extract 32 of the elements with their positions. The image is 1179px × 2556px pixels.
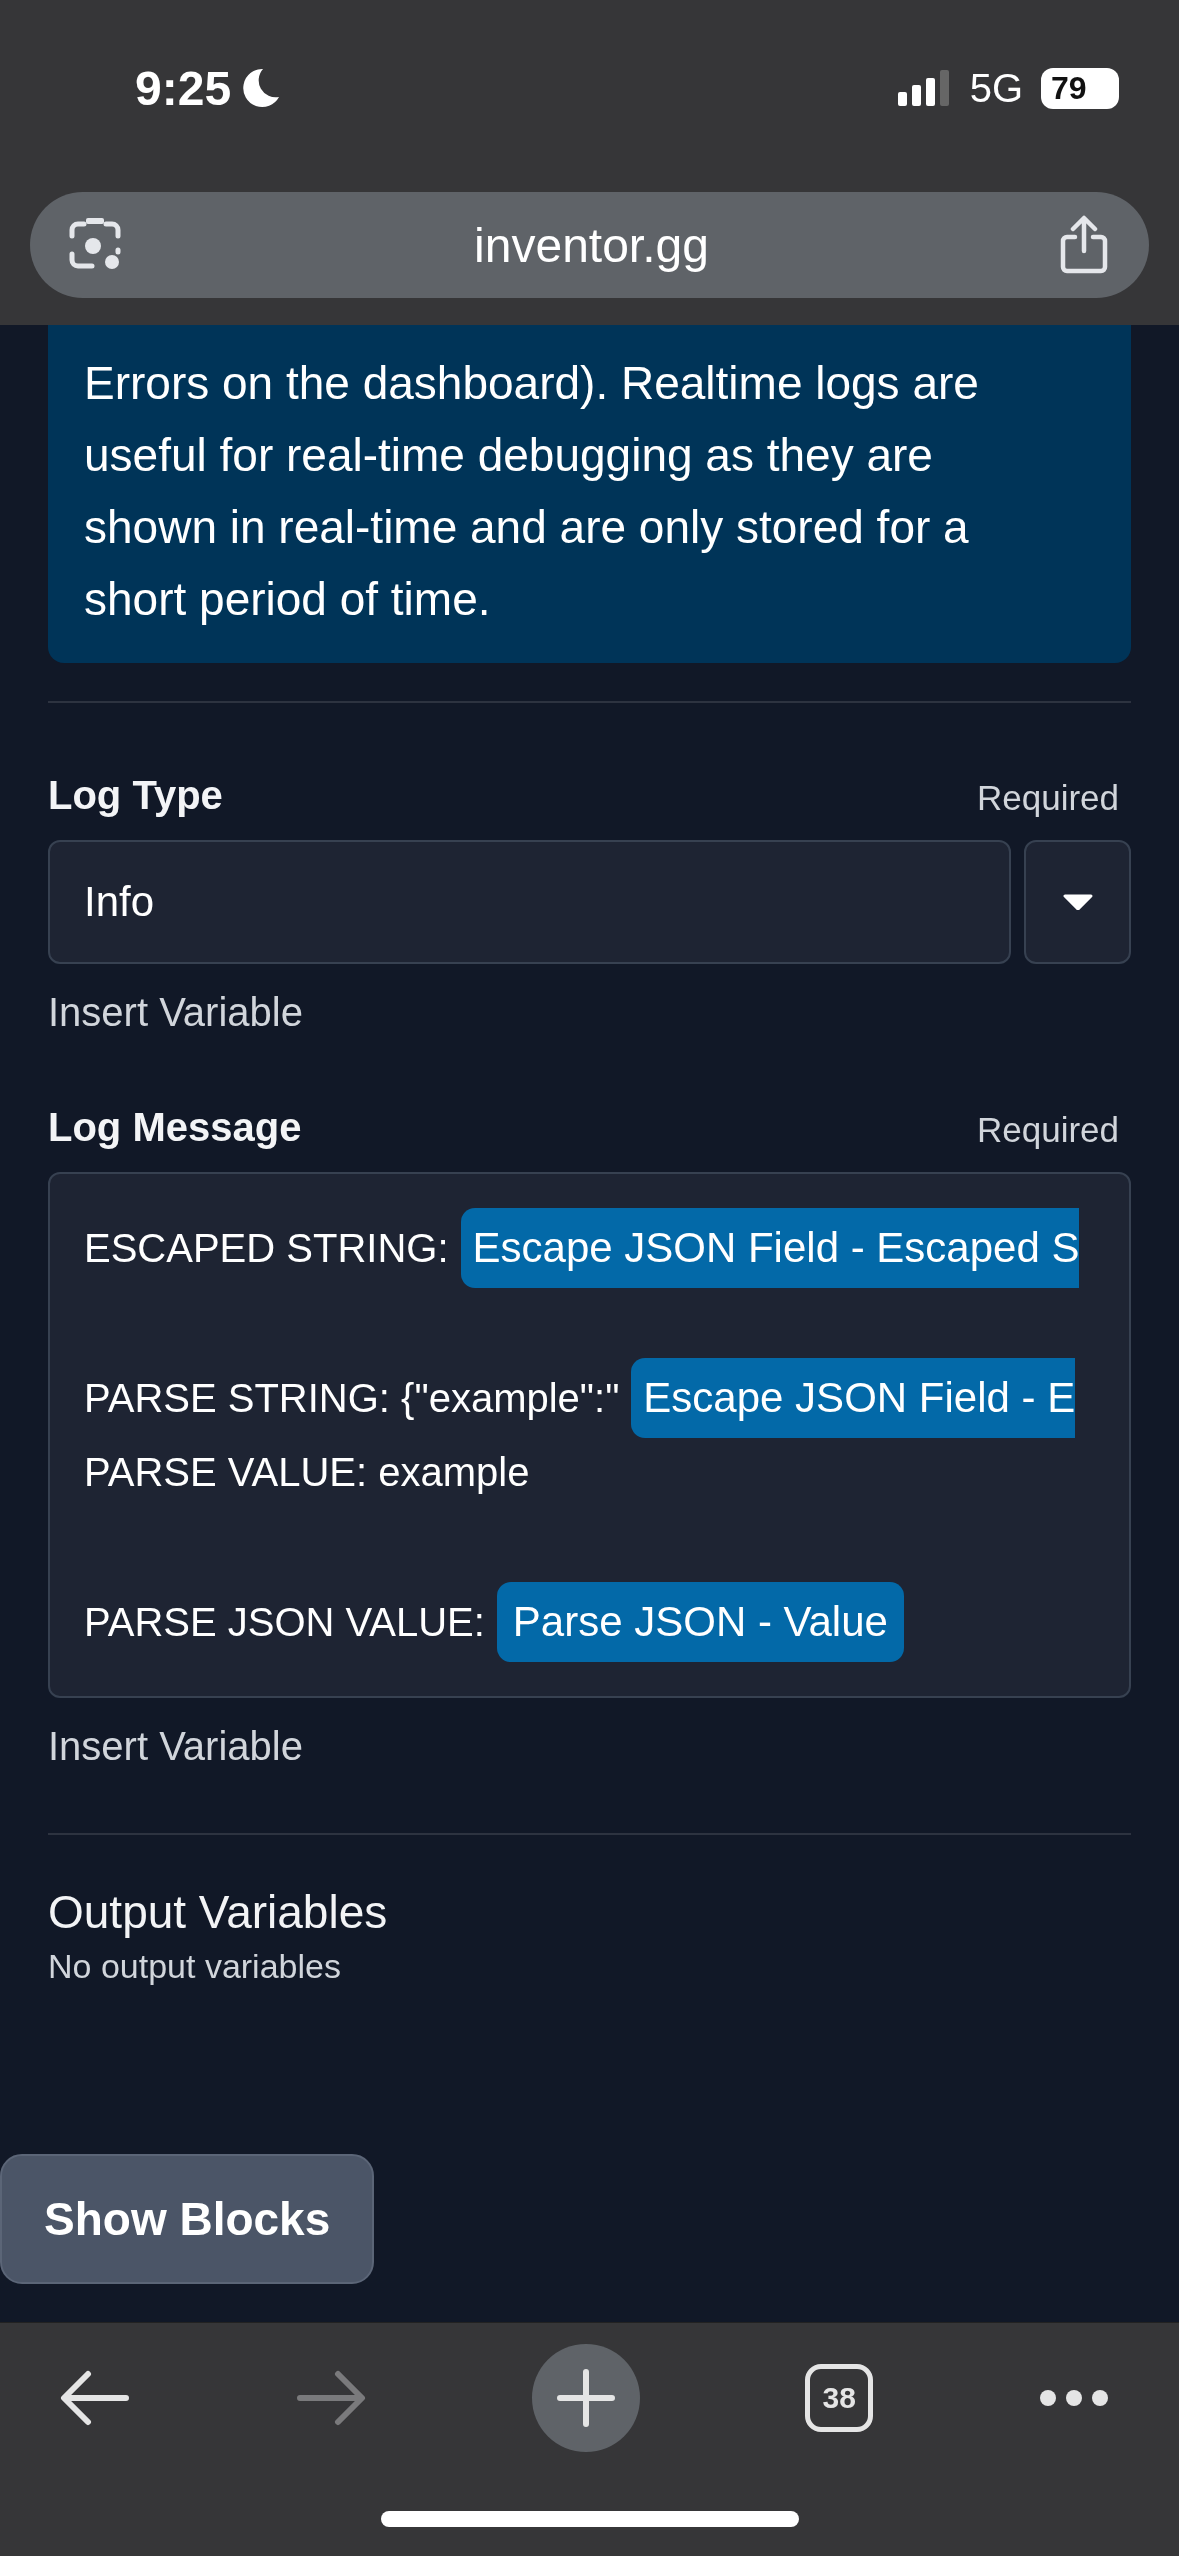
variable-chip[interactable]: Escape JSON Field - Escaped S bbox=[460, 1208, 1080, 1288]
status-time: 9:25 bbox=[135, 60, 232, 116]
plus-icon bbox=[556, 2369, 615, 2427]
variable-chip[interactable]: Escape JSON Field - E bbox=[631, 1358, 1076, 1438]
show-blocks-button[interactable]: Show Blocks bbox=[0, 2154, 375, 2284]
info-callout: Errors on the dashboard). Realtime logs are useful for real-time debugging as they are shown in real-time and are only stored for a short period of time. bbox=[48, 325, 1131, 663]
signal-icon bbox=[897, 70, 952, 106]
message-editor[interactable]: ESCAPED STRING: Escape JSON Field - Escaped S PARSE STRING: {"example":" Escape JSON Field - E PARSE VALUE: example PARSE JSON VALUE: Parse JSON - Value bbox=[48, 1172, 1131, 1698]
dropdown-button[interactable] bbox=[1024, 840, 1131, 964]
field-label: Log Type bbox=[48, 773, 223, 818]
back-icon[interactable] bbox=[60, 2370, 130, 2426]
field-label: Log Message bbox=[48, 1105, 302, 1150]
log-type-select[interactable]: Info bbox=[48, 840, 1011, 964]
insert-variable-link[interactable]: Insert Variable bbox=[48, 1724, 1131, 1769]
address-bar[interactable]: inventor.gg bbox=[30, 192, 1149, 298]
empty-text: No output variables bbox=[48, 1947, 342, 1986]
battery-level: 79 bbox=[1041, 67, 1119, 109]
message-text: PARSE VALUE: example bbox=[84, 1449, 530, 1495]
section-title: Output Variables bbox=[48, 1885, 389, 1939]
message-text: PARSE JSON VALUE: bbox=[84, 1599, 485, 1645]
caret-icon bbox=[1062, 894, 1093, 910]
variable-chip[interactable]: Parse JSON - Value bbox=[496, 1582, 904, 1662]
message-text: PARSE STRING: {"example":" bbox=[84, 1375, 620, 1421]
url-text: inventor.gg bbox=[474, 217, 709, 273]
insert-variable-link[interactable]: Insert Variable bbox=[48, 990, 1131, 1035]
network-label: 5G bbox=[969, 65, 1023, 111]
more-icon[interactable] bbox=[1039, 2389, 1109, 2407]
required-label: Required bbox=[976, 1110, 1119, 1150]
required-label: Required bbox=[976, 778, 1119, 818]
message-text: ESCAPED STRING: bbox=[84, 1225, 449, 1271]
share-icon[interactable] bbox=[1059, 215, 1109, 275]
tabs-button[interactable]: 38 bbox=[805, 2364, 874, 2432]
